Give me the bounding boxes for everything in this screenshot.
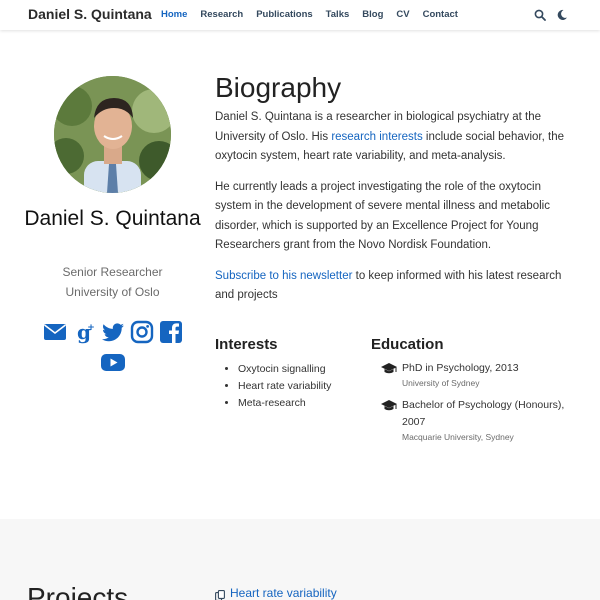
copy-icon [215,588,225,600]
graduation-cap-icon [381,362,397,374]
education-list: PhD in Psychology, 2013 University of Sy… [381,360,581,451]
bio-paragraph-1: Daniel S. Quintana is a researcher in bi… [215,108,575,167]
youtube-icon[interactable] [100,350,125,374]
nav-menu: Home Research Publications Talks Blog CV… [161,9,471,20]
google-scholar-icon[interactable]: g + [72,320,96,344]
instagram-icon[interactable] [130,320,154,344]
search-icon[interactable] [534,8,546,21]
education-item: PhD in Psychology, 2013 University of Sy… [381,360,581,389]
interests-heading: Interests [215,336,278,353]
education-heading: Education [371,336,444,353]
nav-item-research[interactable]: Research [200,9,243,20]
education-item: Bachelor of Psychology (Honours), 2007 M… [381,397,581,443]
list-item: Meta-research [238,395,331,412]
list-item: Heart rate variability [238,378,331,395]
biography-text: Daniel S. Quintana is a researcher in bi… [215,108,575,317]
nav-item-cv[interactable]: CV [396,9,409,20]
site-brand[interactable]: Daniel S. Quintana [28,6,152,22]
graduation-cap-icon [381,399,397,411]
avatar [54,76,171,193]
bio-paragraph-3: Subscribe to his newsletter to keep info… [215,267,575,306]
project-item: Heart rate variability [215,586,337,600]
nav-item-publications[interactable]: Publications [256,9,312,20]
profile-role: Senior Researcher University of Oslo [20,262,205,302]
nav-item-home[interactable]: Home [161,9,187,20]
profile-name: Daniel S. Quintana [24,207,201,230]
nav-item-blog[interactable]: Blog [362,9,383,20]
education-degree: PhD in Psychology, 2013 [402,362,519,374]
education-institution: Macquarie University, Sydney [402,432,514,442]
newsletter-link[interactable]: Subscribe to his newsletter [215,270,352,282]
svg-text:+: + [87,323,95,333]
envelope-icon[interactable] [43,320,67,344]
bio-paragraph-2: He currently leads a project investigati… [215,180,550,252]
twitter-icon[interactable] [101,320,125,344]
biography-heading: Biography [215,72,342,103]
education-degree: Bachelor of Psychology (Honours), 2007 [402,399,565,428]
profile-organization[interactable]: University of Oslo [20,282,205,302]
nav-item-contact[interactable]: Contact [423,9,458,20]
top-navbar: Daniel S. Quintana Home Research Publica… [0,0,600,30]
nav-item-talks[interactable]: Talks [326,9,350,20]
project-link-hrv[interactable]: Heart rate variability [230,586,337,600]
list-item: Oxytocin signalling [238,361,331,378]
education-institution: University of Sydney [402,378,480,388]
projects-heading: Projects [27,582,129,600]
moon-icon[interactable] [556,8,568,20]
interests-list: Oxytocin signalling Heart rate variabili… [238,361,331,412]
nav-icons [534,8,568,21]
social-links: g + [40,320,185,374]
research-interests-link[interactable]: research interests [331,131,422,143]
profile-title: Senior Researcher [62,265,163,279]
facebook-icon[interactable] [159,320,183,344]
